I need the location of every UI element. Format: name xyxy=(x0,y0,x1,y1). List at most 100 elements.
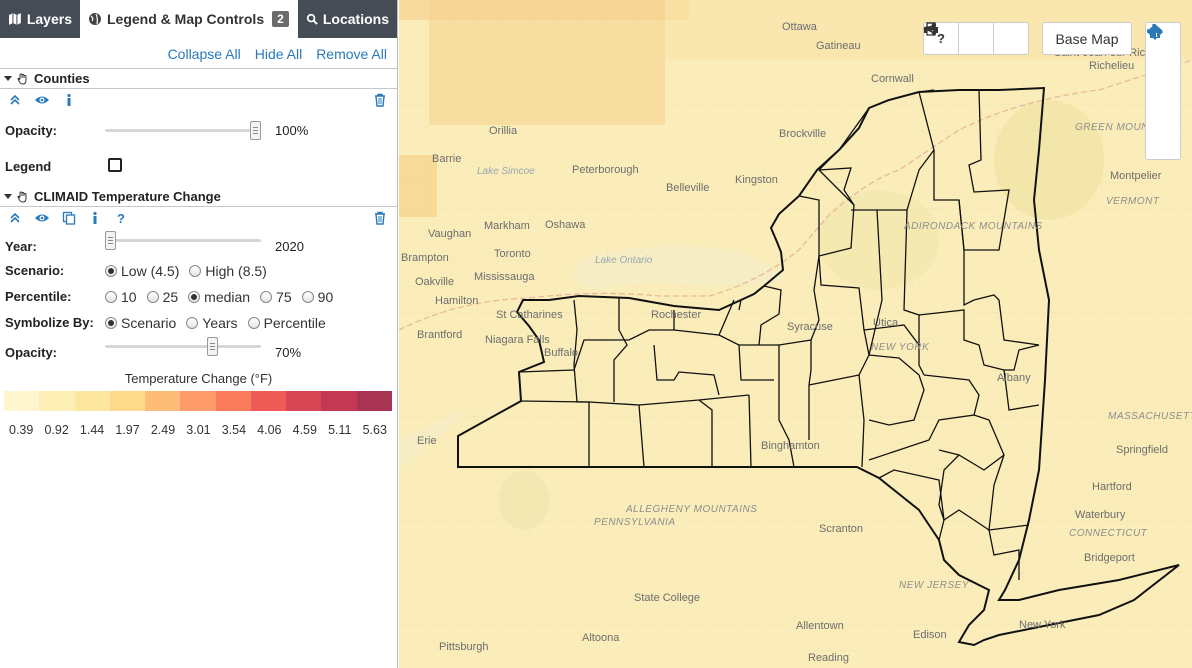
symbolize-option-percentile: Percentile xyxy=(263,315,326,331)
climaid-opacity-slider[interactable] xyxy=(105,345,261,348)
layer-header-counties[interactable]: Counties xyxy=(0,68,397,89)
symbolize-years-radio[interactable] xyxy=(186,317,199,329)
map-toolbar: ? xyxy=(923,22,1029,55)
place-label: Kingston xyxy=(735,174,778,186)
percentile-median-radio[interactable] xyxy=(188,291,201,303)
tab-locations-label: Locations xyxy=(322,11,389,27)
place-label: NEW JERSEY xyxy=(899,580,970,591)
collapse-all-link[interactable]: Collapse All xyxy=(168,46,241,68)
legend-color-swatch xyxy=(286,391,322,411)
eye-icon[interactable] xyxy=(34,93,50,107)
remove-all-link[interactable]: Remove All xyxy=(316,46,387,68)
scenario-low-radio[interactable] xyxy=(105,265,117,277)
map-view[interactable]: Ottawa Gatineau Cornwall Brockville King… xyxy=(399,0,1192,668)
legend-title: Temperature Change (°F) xyxy=(124,371,273,386)
copy-icon[interactable] xyxy=(62,211,76,225)
tab-legend-map-controls[interactable]: Legend & Map Controls 2 xyxy=(80,0,298,38)
tab-layers-label: Layers xyxy=(26,11,72,27)
climaid-opacity-value: 70% xyxy=(275,345,302,360)
green-mountains-area xyxy=(994,100,1104,220)
climaid-opacity-slider-handle[interactable] xyxy=(206,337,218,356)
place-label: Buffalo xyxy=(544,347,578,359)
info-icon[interactable] xyxy=(62,93,76,107)
drag-hand-icon[interactable] xyxy=(16,190,30,204)
zoom-controls xyxy=(1145,22,1181,160)
collapse-caret-icon[interactable] xyxy=(4,76,12,81)
print-button[interactable] xyxy=(924,22,994,55)
percentile-75-radio[interactable] xyxy=(260,291,273,303)
legend-color-swatch xyxy=(109,391,146,411)
hide-all-link[interactable]: Hide All xyxy=(255,46,302,68)
tab-layers[interactable]: Layers xyxy=(0,0,80,38)
collapse-caret-icon[interactable] xyxy=(4,194,12,199)
symbolize-scenario-radio[interactable] xyxy=(105,317,117,329)
place-label: St Catharines xyxy=(496,309,563,321)
place-label: Hartford xyxy=(1092,481,1132,493)
place-label: Barrie xyxy=(432,153,461,165)
place-label: ADIRONDACK MOUNTAINS xyxy=(903,221,1043,232)
panel-tabs: Layers Legend & Map Controls 2 Locations xyxy=(0,0,397,38)
percentile-25-radio[interactable] xyxy=(146,291,159,303)
eye-icon[interactable] xyxy=(34,211,50,225)
year-label: Year: xyxy=(5,239,37,254)
trash-icon[interactable] xyxy=(373,93,387,107)
scenario-option-low: Low (4.5) xyxy=(121,263,180,279)
legend-tick-label: 0.39 xyxy=(9,423,34,437)
share-button[interactable] xyxy=(923,22,1029,55)
side-panel: Layers Legend & Map Controls 2 Locations… xyxy=(0,0,398,668)
counties-opacity-slider-handle[interactable] xyxy=(250,121,261,140)
year-row: Year: 2020 xyxy=(0,229,397,257)
place-label: Scranton xyxy=(819,523,863,535)
place-label: Albany xyxy=(997,372,1031,384)
move-up-icon[interactable] xyxy=(8,93,22,107)
legend-color-swatch xyxy=(39,391,75,411)
place-label: MASSACHUSETTS xyxy=(1108,411,1192,422)
layer-header-climaid[interactable]: CLIMAID Temperature Change xyxy=(0,187,397,207)
symbolize-label: Symbolize By: xyxy=(5,315,94,330)
map-icon xyxy=(8,13,21,25)
help-icon[interactable]: ? xyxy=(114,211,128,225)
legend-tick-label: 4.59 xyxy=(292,423,317,437)
percentile-90-radio[interactable] xyxy=(301,291,314,303)
legend-color-swatch xyxy=(4,391,40,411)
trash-icon[interactable] xyxy=(373,211,387,225)
counties-opacity-slider[interactable] xyxy=(105,129,261,132)
tab-locations[interactable]: Locations xyxy=(298,0,397,38)
year-slider-handle[interactable] xyxy=(105,231,116,250)
place-label: Vaughan xyxy=(428,228,471,240)
info-icon[interactable] xyxy=(88,211,102,225)
move-up-icon[interactable] xyxy=(8,211,22,225)
map-canvas[interactable]: Ottawa Gatineau Cornwall Brockville King… xyxy=(399,0,1192,668)
place-label: Mississauga xyxy=(474,271,535,283)
place-label: New York xyxy=(1019,619,1066,631)
base-map-label: Base Map xyxy=(1055,30,1119,47)
legend-color-swatch xyxy=(145,391,181,411)
zoom-out-button[interactable] xyxy=(1146,29,1180,159)
climaid-opacity-label: Opacity: xyxy=(5,345,58,360)
symbolize-radio-group: Scenario Years Percentile xyxy=(105,315,332,331)
layer-title-counties: Counties xyxy=(34,71,90,86)
symbolize-percentile-radio[interactable] xyxy=(247,317,260,329)
place-label: Niagara Falls xyxy=(485,334,550,346)
legend-color-ramp xyxy=(4,391,392,411)
base-map-button[interactable]: Base Map xyxy=(1042,22,1132,55)
place-label: Hamilton xyxy=(435,295,478,307)
place-label: Markham xyxy=(484,220,530,232)
percentile-label: Percentile: xyxy=(5,289,72,304)
symbolize-option-years: Years xyxy=(202,315,238,331)
legend-tick-label: 3.54 xyxy=(221,423,247,437)
percentile-10-radio[interactable] xyxy=(105,291,117,303)
drag-hand-icon[interactable] xyxy=(16,72,30,86)
scenario-high-radio[interactable] xyxy=(189,265,202,277)
minus-icon xyxy=(1147,29,1161,33)
legend-checkbox[interactable] xyxy=(108,158,122,172)
pan-button[interactable] xyxy=(1146,24,1180,91)
search-icon xyxy=(306,13,318,25)
home-button[interactable] xyxy=(1146,24,1180,125)
counties-legend-row: Legend xyxy=(0,149,397,187)
counties-opacity-row: Opacity: 100% xyxy=(0,111,397,149)
place-label: Orillia xyxy=(489,125,518,137)
place-label: Montpelier xyxy=(1110,170,1162,182)
percentile-row: Percentile: 10 25 median 75 90 xyxy=(0,283,397,309)
year-slider[interactable] xyxy=(105,239,261,242)
